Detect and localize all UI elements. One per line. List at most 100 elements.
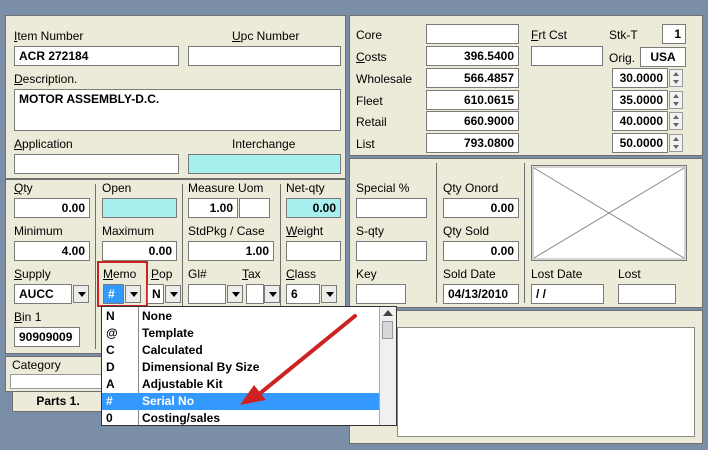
orig-field[interactable]: USA (640, 47, 686, 67)
notes-panel (349, 310, 703, 444)
wholesale-field[interactable]: 566.4857 (426, 68, 519, 88)
pop-dropdown-button[interactable] (165, 285, 181, 303)
net-qty-label: Net-qty (286, 181, 325, 195)
interchange-field[interactable] (188, 154, 341, 174)
measure-uom-field[interactable]: 1.00 (188, 198, 238, 218)
category-field[interactable] (10, 374, 102, 389)
memo-option[interactable]: D Dimensional By Size (102, 359, 381, 376)
minimum-field[interactable]: 4.00 (14, 241, 90, 261)
memo-option-selected[interactable]: # Serial No (102, 393, 381, 410)
description-field[interactable]: MOTOR ASSEMBLY-D.C. (14, 89, 341, 131)
stdpkg-field[interactable]: 1.00 (188, 241, 274, 261)
weight-field[interactable] (286, 241, 341, 261)
supply-label: Supply (14, 267, 51, 281)
measure-uom-unit-field[interactable] (239, 198, 270, 218)
qty-onord-field[interactable]: 0.00 (443, 198, 519, 218)
scroll-up-arrow-icon[interactable] (383, 310, 393, 316)
net-qty-field[interactable]: 0.00 (286, 198, 341, 218)
memo-option-code: A (106, 377, 115, 391)
sold-date-label: Sold Date (443, 267, 496, 281)
item-number-field[interactable]: ACR 272184 (14, 46, 179, 66)
application-label: Application (14, 137, 73, 151)
orig-label: Orig. (609, 51, 636, 65)
memo-option-label: Adjustable Kit (142, 377, 223, 391)
memo-option[interactable]: C Calculated (102, 342, 381, 359)
scroll-thumb[interactable] (382, 321, 393, 339)
sold-date-field[interactable]: 04/13/2010 (443, 284, 519, 304)
lost-field[interactable] (618, 284, 676, 304)
tax-select[interactable] (246, 284, 264, 304)
fleet-pct-field[interactable]: 35.0000 (612, 90, 668, 110)
costs-field[interactable]: 396.5400 (426, 46, 519, 66)
category-label: Category (12, 358, 61, 372)
upc-number-label: Upc Number (232, 29, 300, 43)
s-qty-field[interactable] (356, 241, 427, 261)
open-field[interactable] (102, 198, 177, 218)
memo-select[interactable]: # (103, 284, 124, 304)
application-field[interactable] (14, 154, 179, 174)
qty-sold-field[interactable]: 0.00 (443, 241, 519, 261)
list-pct-field[interactable]: 50.0000 (612, 133, 668, 153)
retail-field[interactable]: 660.9000 (426, 111, 519, 131)
special-pct-field[interactable] (356, 198, 427, 218)
memo-option[interactable]: N None (102, 308, 381, 325)
pricing-panel: Core Costs 396.5400 Wholesale 566.4857 F… (349, 15, 703, 156)
category-panel: Category (5, 356, 105, 392)
interchange-label: Interchange (232, 137, 296, 151)
open-label: Open (102, 181, 132, 195)
bin1-field[interactable]: 90909009 (14, 327, 80, 347)
memo-option[interactable]: A Adjustable Kit (102, 376, 381, 393)
memo-option[interactable]: 0 Costing/sales (102, 410, 381, 427)
notes-textarea[interactable] (397, 327, 695, 437)
frt-cst-field[interactable] (531, 46, 603, 66)
core-field[interactable] (426, 24, 519, 44)
qty-field[interactable]: 0.00 (14, 198, 90, 218)
memo-label: Memo (103, 267, 137, 281)
image-placeholder-x-icon (532, 166, 686, 260)
wholesale-pct-field[interactable]: 30.0000 (612, 68, 668, 88)
gl-dropdown-button[interactable] (227, 285, 243, 303)
fleet-field[interactable]: 610.0615 (426, 90, 519, 110)
upc-number-field[interactable] (188, 46, 341, 66)
class-dropdown-button[interactable] (321, 285, 337, 303)
class-select[interactable]: 6 (286, 284, 320, 304)
memo-option-label: Serial No (142, 394, 195, 408)
column-divider (436, 163, 437, 303)
wholesale-pct-spinner[interactable] (669, 69, 683, 87)
costs-label: Costs (356, 50, 387, 64)
list-field[interactable]: 793.0800 (426, 133, 519, 153)
memo-dropdown-list[interactable]: N None @ Template C Calculated D Dimensional… (101, 306, 397, 426)
column-divider (95, 184, 96, 349)
class-label: Class (286, 267, 317, 281)
memo-option-label: Template (142, 326, 194, 340)
lost-date-field[interactable]: / / (531, 284, 604, 304)
gl-select[interactable] (188, 284, 226, 304)
memo-option-code: C (106, 343, 115, 357)
memo-option[interactable]: @ Template (102, 325, 381, 342)
memo-option-label: Costing/sales (142, 411, 221, 425)
fleet-pct-spinner[interactable] (669, 91, 683, 109)
tax-dropdown-button[interactable] (264, 285, 280, 303)
qty-onord-label: Qty Onord (443, 181, 499, 195)
tab-parts-1[interactable]: Parts 1. (12, 392, 104, 412)
dropdown-scrollbar[interactable] (379, 307, 396, 425)
memo-option-label: Calculated (142, 343, 203, 357)
supply-dropdown-button[interactable] (73, 285, 89, 303)
measure-uom-label: Measure Uom (188, 181, 264, 195)
maximum-field[interactable]: 0.00 (102, 241, 177, 261)
retail-pct-field[interactable]: 40.0000 (612, 111, 668, 131)
stkt-field[interactable]: 1 (662, 24, 686, 44)
key-field[interactable] (356, 284, 406, 304)
memo-dropdown-button[interactable] (125, 285, 141, 303)
list-pct-spinner[interactable] (669, 134, 683, 152)
supply-select[interactable]: AUCC (14, 284, 72, 304)
sales-panel: Special % Qty Onord 0.00 S-qty Qty Sold … (349, 158, 703, 308)
memo-option-label: Dimensional By Size (142, 360, 260, 374)
key-label: Key (356, 267, 377, 281)
retail-pct-spinner[interactable] (669, 112, 683, 130)
memo-option-code: D (106, 360, 115, 374)
qty-label: Qty (14, 181, 33, 195)
memo-option-code: 0 (106, 411, 113, 425)
pop-select[interactable]: N (147, 284, 164, 304)
memo-option-code: @ (106, 326, 118, 340)
